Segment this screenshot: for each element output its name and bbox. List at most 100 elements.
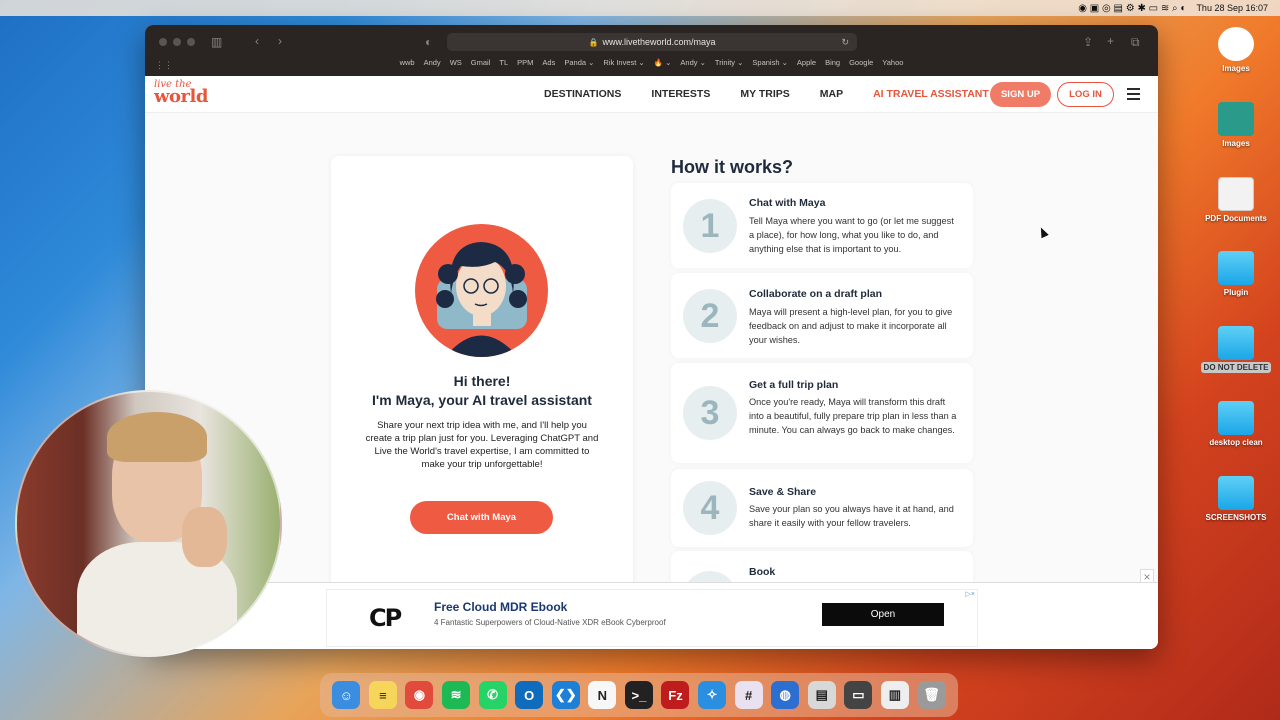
dock-app-docs-icon[interactable]: ▥	[880, 681, 909, 709]
favorite-item[interactable]: Andy ⌄	[680, 58, 705, 72]
ad-banner: × ▷× CP Free Cloud MDR Ebook 4 Fantastic…	[145, 569, 1158, 649]
favorite-item[interactable]: Rik Invest ⌄	[603, 58, 644, 72]
ad-choices-icon[interactable]: ▷×	[966, 590, 975, 598]
favorite-item[interactable]: Ads	[542, 58, 555, 72]
dock-app-screen-icon[interactable]: ▭	[844, 681, 873, 709]
step-description: Once you're ready, Maya will transform t…	[749, 397, 957, 435]
nav-destinations[interactable]: DESTINATIONS	[544, 88, 621, 100]
desktop-icon-plugin[interactable]: Plugin	[1196, 251, 1276, 297]
page-content: Hi there! I'm Maya, your AI travel assis…	[145, 113, 1158, 649]
step-card: 1 Chat with Maya Tell Maya where you wan…	[671, 183, 973, 268]
favorite-item[interactable]: PPM	[517, 58, 533, 72]
favorite-item[interactable]: 🔥 ⌄	[654, 58, 672, 72]
minimize-window-button[interactable]	[173, 38, 181, 46]
safari-window: ▥ ‹ › ◐ 🔒 www.livetheworld.com/maya ↻ ⇪ …	[145, 25, 1158, 649]
status-icons[interactable]: ◉ ▣ ◎ ▤ ⚙ ✱ ▭ ≋ ⌕ ◐	[1078, 3, 1186, 14]
ad-open-button[interactable]: Open	[822, 603, 944, 626]
browser-toolbar: ▥ ‹ › ◐ 🔒 www.livetheworld.com/maya ↻ ⇪ …	[145, 25, 1158, 76]
dock-app-notion-icon[interactable]: N	[588, 681, 617, 709]
maya-card: Hi there! I'm Maya, your AI travel assis…	[331, 156, 633, 596]
favorite-item[interactable]: Google	[849, 58, 873, 72]
dock-app-filezilla-icon[interactable]: Fz	[661, 681, 690, 709]
sign-up-button[interactable]: SIGN UP	[990, 82, 1051, 107]
ad-content[interactable]: ▷× CP Free Cloud MDR Ebook 4 Fantastic S…	[326, 589, 978, 647]
step-card: 4 Save & Share Save your plan so you alw…	[671, 469, 973, 547]
folder-icon	[1218, 251, 1254, 285]
chat-with-maya-button[interactable]: Chat with Maya	[410, 501, 553, 534]
favorite-item[interactable]: wwb	[400, 58, 415, 72]
dock-app-spotify-icon[interactable]: ≋	[442, 681, 471, 709]
favorite-item[interactable]: Apple	[797, 58, 816, 72]
document-icon	[1218, 177, 1254, 211]
step-card: 3 Get a full trip plan Once you're ready…	[671, 363, 973, 463]
ad-subtitle: 4 Fantastic Superpowers of Cloud-Native …	[434, 618, 666, 627]
person-hand	[182, 507, 227, 567]
desktop-icon-images[interactable]: Images	[1196, 27, 1276, 73]
nav-ai-travel-assistant[interactable]: AI TRAVEL ASSISTANT	[873, 88, 989, 100]
dock-app-finder-icon[interactable]: ☺	[332, 681, 361, 709]
ad-title[interactable]: Free Cloud MDR Ebook	[434, 600, 567, 614]
address-bar[interactable]: 🔒 www.livetheworld.com/maya ↻	[447, 33, 857, 51]
favorite-item[interactable]: Andy	[424, 58, 441, 72]
image-file-icon	[1218, 27, 1254, 61]
nav-my-trips[interactable]: MY TRIPS	[740, 88, 789, 100]
step-number: 2	[683, 289, 737, 343]
step-card: 2 Collaborate on a draft plan Maya will …	[671, 273, 973, 358]
step-description: Tell Maya where you want to go (or let m…	[749, 216, 954, 254]
dock-app-globe-icon[interactable]: ◍	[771, 681, 800, 709]
hamburger-menu-icon[interactable]	[1127, 88, 1140, 103]
favorite-item[interactable]: WS	[450, 58, 462, 72]
forward-icon[interactable]: ›	[278, 34, 282, 48]
dock-app-preview-icon[interactable]: ▤	[807, 681, 836, 709]
dock-app-slack-icon[interactable]: #	[734, 681, 763, 709]
favorite-item[interactable]: Gmail	[471, 58, 491, 72]
reload-icon[interactable]: ↻	[841, 37, 849, 48]
log-in-button[interactable]: LOG IN	[1057, 82, 1114, 107]
favorite-item[interactable]: TL	[499, 58, 508, 72]
desktop-icon-screenshots[interactable]: SCREENSHOTS	[1196, 476, 1276, 522]
webcam-overlay	[15, 390, 282, 657]
site-logo[interactable]: live the world	[154, 79, 208, 106]
nav-interests[interactable]: INTERESTS	[651, 88, 710, 100]
desktop-icon-images-2[interactable]: Images	[1196, 102, 1276, 148]
macos-menubar: ◉ ▣ ◎ ▤ ⚙ ✱ ▭ ≋ ⌕ ◐ Thu 28 Sep 16:07	[0, 0, 1280, 16]
favorites-bar: wwb Andy WS Gmail TL PPM Ads Panda ⌄ Rik Invest …	[145, 58, 1158, 72]
dock-app-terminal-icon[interactable]: >_	[624, 681, 653, 709]
share-icon[interactable]: ⇪	[1083, 35, 1093, 49]
zoom-window-button[interactable]	[187, 38, 195, 46]
dock-app-notes-icon[interactable]: ≡	[368, 681, 397, 709]
dock-app-trash-icon[interactable]: 🗑	[917, 681, 946, 709]
favorite-item[interactable]: Yahoo	[882, 58, 903, 72]
desktop-icon-do-not-delete[interactable]: DO NOT DELETE	[1196, 326, 1276, 373]
tabs-overview-icon[interactable]: ⧉	[1131, 35, 1140, 50]
shield-icon[interactable]: ◐	[425, 35, 432, 49]
dock-app-outlook-icon[interactable]: O	[515, 681, 544, 709]
image-file-icon	[1218, 102, 1254, 136]
close-ad-icon[interactable]: ×	[1140, 569, 1154, 584]
person-hair	[107, 412, 207, 462]
nav-map[interactable]: MAP	[820, 88, 843, 100]
favorite-item[interactable]: Trinity ⌄	[715, 58, 744, 72]
ad-logo: CP	[369, 604, 402, 632]
step-number: 3	[683, 386, 737, 440]
new-tab-icon[interactable]: +	[1107, 34, 1114, 48]
dock-app-whatsapp-icon[interactable]: ✆	[478, 681, 507, 709]
desktop-icon-pdf-documents[interactable]: PDF Documents	[1196, 177, 1276, 223]
how-it-works-title: How it works?	[671, 157, 794, 177]
dock-app-vs-code-icon[interactable]: ❮❯	[551, 681, 580, 709]
dock-app-safari-icon[interactable]: ✧	[698, 681, 727, 709]
maya-greeting: Hi there! I'm Maya, your AI travel assis…	[372, 373, 592, 408]
close-window-button[interactable]	[159, 38, 167, 46]
sidebar-icon[interactable]: ▥	[211, 35, 222, 49]
dock-app-chrome-icon[interactable]: ◉	[405, 681, 434, 709]
window-controls	[159, 38, 195, 46]
step-title: Save & Share	[749, 486, 817, 498]
desktop-icon-desktop-clean[interactable]: desktop clean	[1196, 401, 1276, 447]
favorite-item[interactable]: Spanish ⌄	[752, 58, 787, 72]
menubar-clock[interactable]: Thu 28 Sep 16:07	[1196, 3, 1268, 13]
favorite-item[interactable]: Bing	[825, 58, 840, 72]
step-title: Collaborate on a draft plan	[749, 288, 883, 300]
back-icon[interactable]: ‹	[255, 34, 259, 48]
favorite-item[interactable]: Panda ⌄	[564, 58, 594, 72]
main-nav: DESTINATIONS INTERESTS MY TRIPS MAP AI T…	[544, 88, 989, 100]
